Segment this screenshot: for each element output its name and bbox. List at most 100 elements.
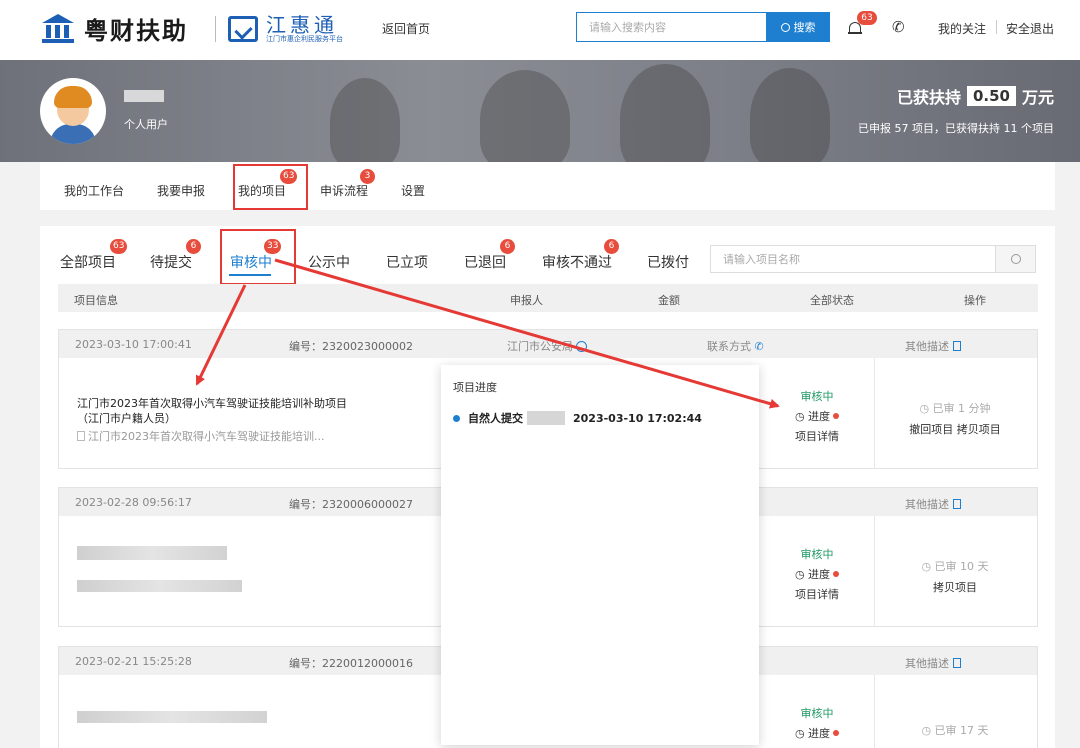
- search-button-label: 搜索: [793, 21, 816, 34]
- status-text: 审核中: [800, 548, 834, 561]
- logout-link[interactable]: 安全退出: [1006, 20, 1054, 37]
- building-icon: [40, 12, 76, 44]
- card-code: 编号：2320023000002: [289, 340, 413, 353]
- support-label: 已获扶持: [896, 88, 961, 107]
- search-icon: [780, 22, 790, 32]
- th-applicant: 申报人: [510, 294, 543, 307]
- brand-name: 粤财扶助: [84, 16, 188, 45]
- user-name-redacted: [124, 90, 164, 102]
- tab-funded[interactable]: 已拨付: [647, 252, 689, 272]
- card-other-desc[interactable]: 其他描述: [905, 496, 961, 512]
- card-header: 2023-03-10 17:00:41 编号：2320023000002 江门市…: [59, 330, 1037, 358]
- tab-approved[interactable]: 已立项: [386, 252, 428, 272]
- status-dot: [833, 413, 840, 419]
- table-header: 项目信息 申报人 金额 全部状态 操作: [58, 284, 1038, 312]
- annotation-highlight-box: [220, 229, 296, 285]
- status-cell: 审核中 ◷ 进度 项目详情: [761, 388, 873, 444]
- back-home-link[interactable]: 返回首页: [382, 20, 430, 37]
- card-code: 编号：2220012000016: [289, 657, 413, 670]
- main-nav: 我的工作台 我要申报 我的项目 63 申诉流程 3 设置: [40, 162, 1055, 210]
- status-cell: 审核中 ◷ 进度 项目详情: [761, 546, 873, 602]
- ops-cell: ◷ 已审 1 分钟 撤回项目 拷贝项目: [875, 400, 1035, 437]
- search-input[interactable]: 请输入搜索内容: [576, 12, 766, 42]
- avatar[interactable]: [40, 78, 106, 144]
- nav-workbench[interactable]: 我的工作台: [64, 182, 124, 199]
- document-icon: [953, 658, 961, 668]
- review-time: ◷ 已审 10 天: [921, 560, 989, 573]
- progress-step: 自然人提交 2023-03-10 17:02:44: [453, 410, 702, 426]
- search-button[interactable]: 搜索: [766, 12, 830, 42]
- clock-icon: ◷: [794, 727, 805, 740]
- project-detail-link[interactable]: 项目详情: [761, 586, 873, 602]
- document-icon: [77, 431, 85, 441]
- th-info: 项目信息: [74, 294, 118, 307]
- card-date: 2023-02-28 09:56:17: [75, 496, 192, 509]
- project-subtitle: 江门市2023年首次取得小汽车驾驶证技能培训...: [77, 428, 347, 444]
- progress-popup: 项目进度 自然人提交 2023-03-10 17:02:44: [441, 365, 759, 745]
- progress-link[interactable]: ◷ 进度: [761, 566, 873, 582]
- status-cell: 审核中 ◷ 进度: [761, 705, 873, 741]
- clock-icon: ◷: [921, 724, 932, 737]
- op-links[interactable]: 拷贝项目: [875, 579, 1035, 595]
- step-dot: [453, 414, 460, 422]
- tab-all[interactable]: 全部项目: [60, 252, 116, 272]
- step-label: 自然人提交: [468, 412, 523, 425]
- progress-link[interactable]: ◷ 进度: [761, 408, 873, 424]
- th-ops: 操作: [964, 294, 986, 307]
- review-time: ◷ 已审 1 分钟: [919, 402, 991, 415]
- tab-rejected[interactable]: 审核不通过: [542, 252, 612, 272]
- document-icon: [953, 499, 961, 509]
- status-dot: [833, 730, 840, 736]
- card-contact[interactable]: 联系方式 ✆: [707, 338, 764, 354]
- phone-icon: ✆: [754, 340, 764, 353]
- redacted-title: [77, 711, 267, 723]
- banner-photo-person: [480, 70, 570, 162]
- clock-icon: ◷: [919, 402, 930, 415]
- nav-settings[interactable]: 设置: [401, 182, 425, 199]
- card-dept[interactable]: 江门市公安局: [507, 338, 587, 354]
- brand2-subtitle: 江门市惠企利民服务平台: [266, 34, 343, 43]
- th-status-filter[interactable]: 全部状态: [810, 292, 854, 308]
- brand2-title: 江惠通: [266, 12, 338, 37]
- status-text: 审核中: [800, 707, 834, 720]
- my-follow-link[interactable]: 我的关注: [938, 20, 986, 37]
- tab-public-notice[interactable]: 公示中: [308, 252, 350, 272]
- redacted-name: [527, 411, 565, 425]
- nav-apply[interactable]: 我要申报: [157, 182, 205, 199]
- status-dot: [833, 571, 840, 577]
- card-code: 编号：2320006000027: [289, 498, 413, 511]
- project-detail-link[interactable]: 项目详情: [761, 428, 873, 444]
- nav-appeal[interactable]: 申诉流程: [320, 182, 368, 199]
- header-separator: [996, 20, 997, 34]
- review-time: ◷ 已审 17 天: [921, 724, 989, 737]
- tab-all-badge: 63: [110, 239, 128, 254]
- user-type: 个人用户: [124, 118, 168, 131]
- popup-title: 项目进度: [453, 381, 497, 394]
- support-unit: 万元: [1021, 88, 1054, 107]
- redacted-subtitle: [77, 580, 242, 592]
- ops-cell: ◷ 已审 10 天 拷贝项目: [875, 558, 1035, 595]
- clock-icon: ◷: [794, 568, 805, 581]
- tab-pending-submit[interactable]: 待提交: [150, 252, 192, 272]
- tab-pending-badge: 6: [186, 239, 201, 254]
- ops-cell: ◷ 已审 17 天: [875, 722, 1035, 738]
- status-text: 审核中: [800, 390, 834, 403]
- brand-logo-jianghuitong[interactable]: 江惠通 江门市惠企利民服务平台: [228, 12, 343, 46]
- brand-logo-yuecai[interactable]: 粤财扶助: [40, 10, 188, 46]
- card-date: 2023-03-10 17:00:41: [75, 338, 192, 351]
- profile-banner: 个人用户 已获扶持 0.50 万元 已申报 57 项目，已获得扶持 11 个项目: [0, 60, 1080, 162]
- search-icon[interactable]: [996, 245, 1036, 273]
- card-other-desc[interactable]: 其他描述: [905, 655, 961, 671]
- document-icon: [953, 341, 961, 351]
- project-search-input[interactable]: 请输入项目名称: [710, 245, 996, 273]
- card-other-desc[interactable]: 其他描述: [905, 338, 961, 354]
- project-title[interactable]: 江门市2023年首次取得小汽车驾驶证技能培训补助项目（江门市户籍人员）: [77, 396, 347, 426]
- banner-photo-person: [330, 78, 400, 162]
- card-date: 2023-02-21 15:25:28: [75, 655, 192, 668]
- tab-returned[interactable]: 已退回: [464, 252, 506, 272]
- progress-link[interactable]: ◷ 进度: [761, 725, 873, 741]
- phone-icon[interactable]: ✆: [892, 18, 905, 36]
- op-links[interactable]: 撤回项目 拷贝项目: [875, 421, 1035, 437]
- more-icon: [576, 341, 587, 352]
- logo-divider: [215, 16, 216, 42]
